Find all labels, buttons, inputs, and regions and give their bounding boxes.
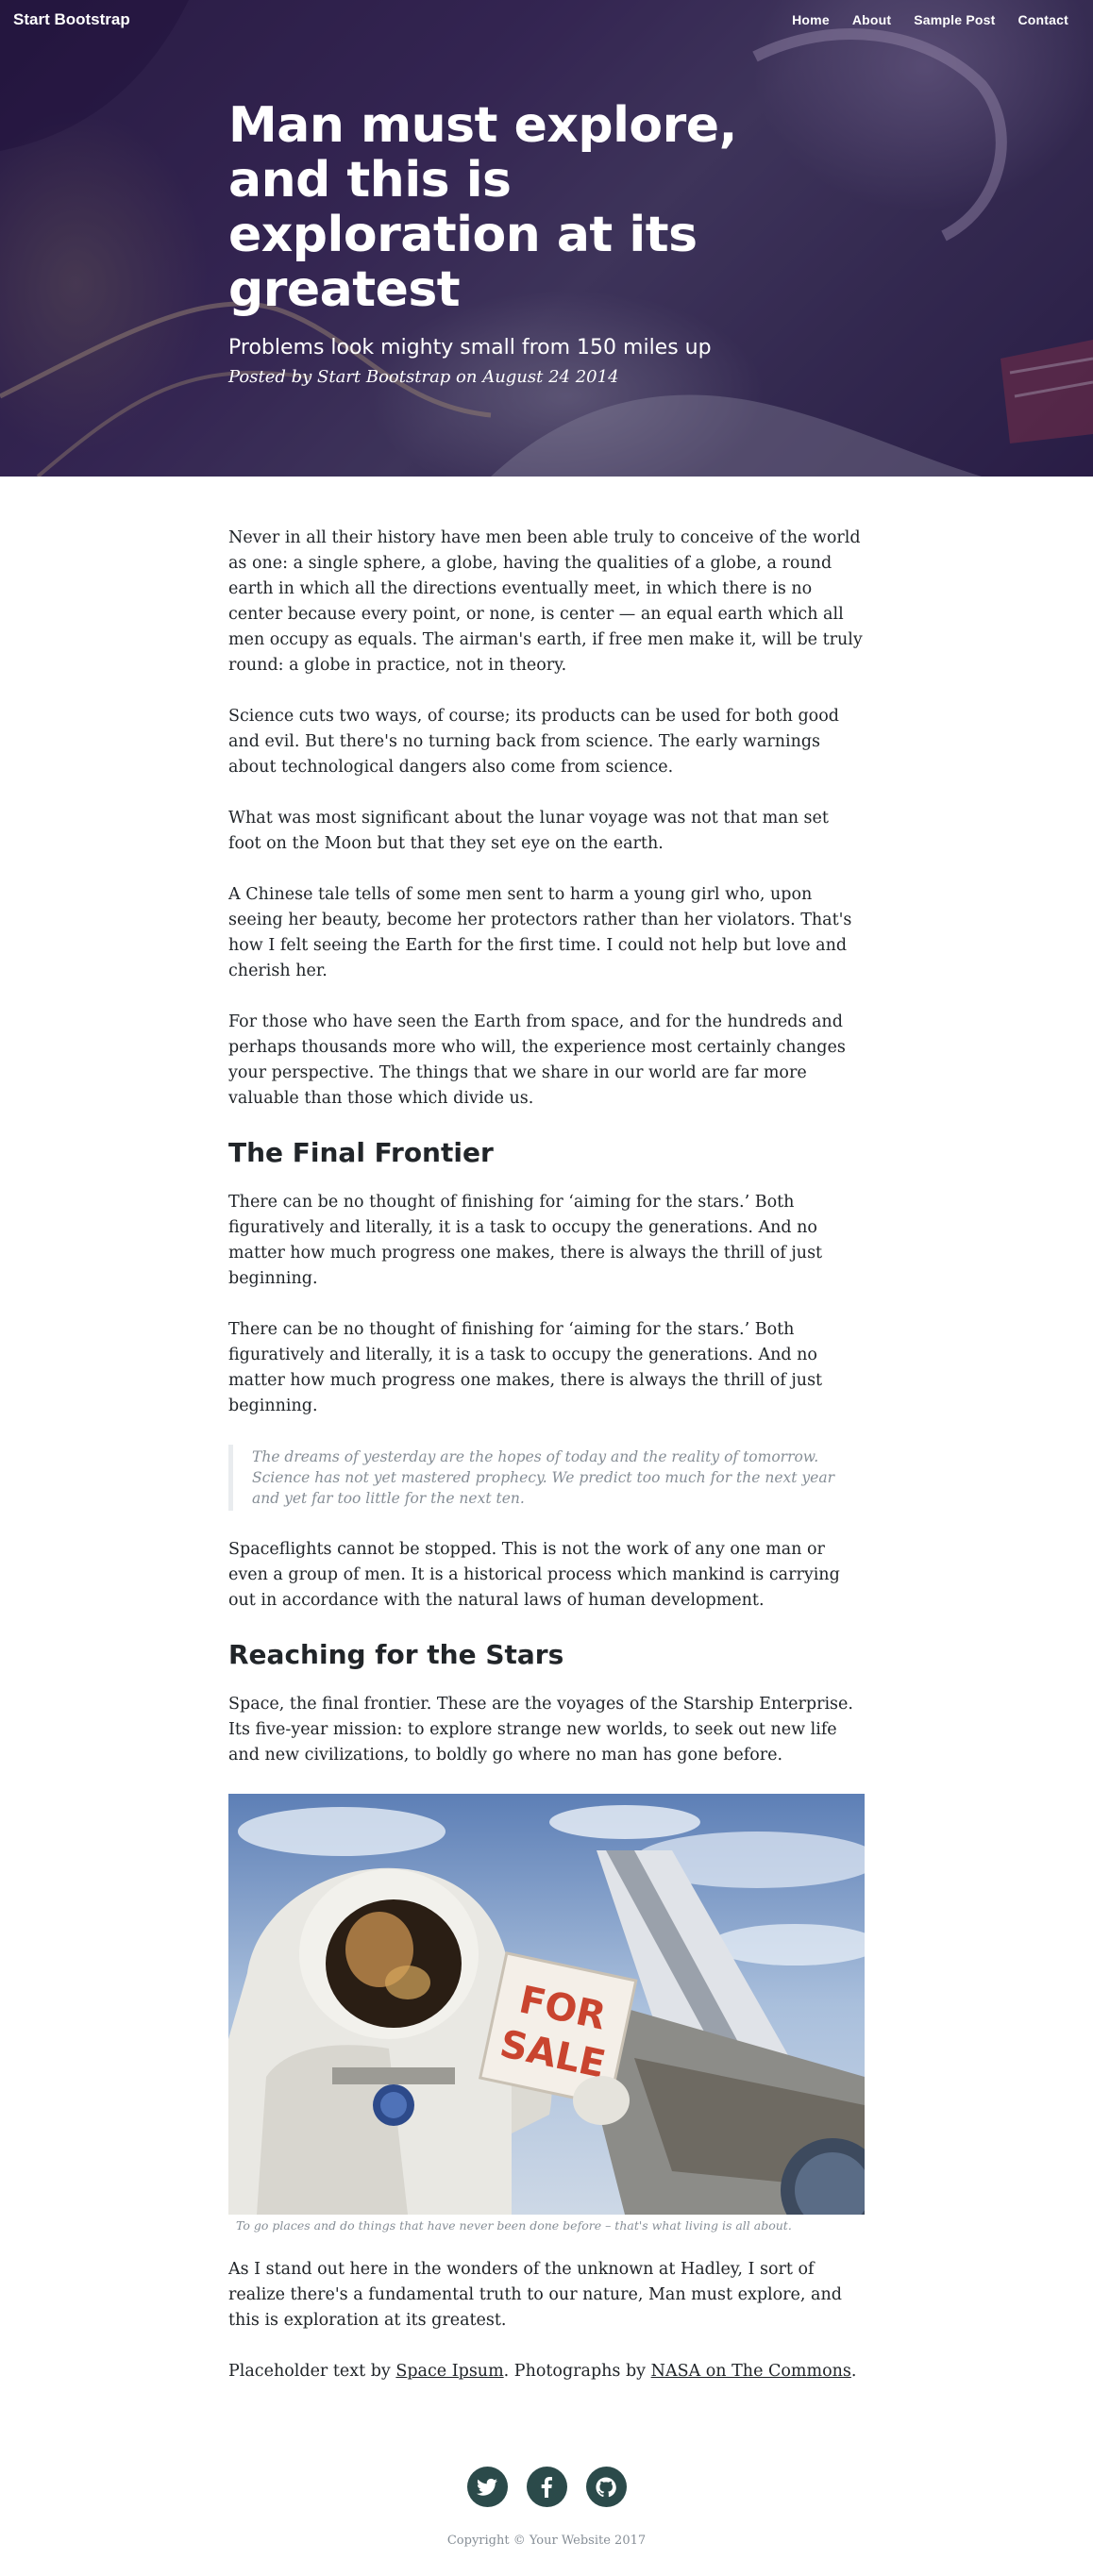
paragraph: Science cuts two ways, of course; its pr… — [228, 707, 839, 777]
image-caption: To go places and do things that have nev… — [236, 2218, 792, 2233]
nasa-commons-link[interactable]: NASA on The Commons — [651, 2362, 851, 2381]
nav-links: Home About Sample Post Contact — [781, 12, 1080, 27]
space-ipsum-link[interactable]: Space Ipsum — [395, 2362, 503, 2381]
post-heading: Man must explore, and this is exploratio… — [228, 98, 832, 387]
post-title: Man must explore, and this is exploratio… — [228, 97, 737, 318]
paragraph: Never in all their history have men been… — [228, 528, 863, 675]
nav-link-home[interactable]: Home — [781, 12, 841, 27]
section-heading: The Final Frontier — [228, 1137, 494, 1168]
paragraph: As I stand out here in the wonders of th… — [228, 2260, 842, 2330]
social-links — [0, 2467, 1093, 2507]
blockquote: The dreams of yesterday are the hopes of… — [228, 1445, 865, 1511]
post-subtitle: Problems look mighty small from 150 mile… — [228, 336, 712, 360]
facebook-icon[interactable] — [526, 2467, 567, 2507]
navbar: Start Bootstrap Home About Sample Post C… — [0, 0, 1093, 40]
paragraph: For those who have seen the Earth from s… — [228, 1012, 846, 1108]
section-heading: Reaching for the Stars — [228, 1639, 564, 1670]
article-body: Never in all their history have men been… — [228, 477, 865, 2384]
credits-paragraph: Placeholder text by Space Ipsum. Photogr… — [228, 2362, 857, 2381]
post-meta: Posted by Start Bootstrap on August 24 2… — [228, 367, 619, 387]
twitter-icon[interactable] — [466, 2467, 508, 2507]
paragraph: A Chinese tale tells of some men sent to… — [228, 885, 852, 980]
paragraph: What was most significant about the luna… — [228, 809, 829, 853]
nav-link-contact[interactable]: Contact — [1006, 12, 1080, 27]
nav-link-sample-post[interactable]: Sample Post — [902, 12, 1006, 27]
paragraph: There can be no thought of finishing for… — [228, 1193, 823, 1288]
paragraph: There can be no thought of finishing for… — [228, 1320, 823, 1415]
paragraph: Spaceflights cannot be stopped. This is … — [228, 1540, 840, 1610]
github-icon[interactable] — [585, 2467, 627, 2507]
copyright-text: Copyright © Your Website 2017 — [446, 2534, 647, 2548]
brand-link[interactable]: Start Bootstrap — [13, 10, 130, 29]
masthead: Man must explore, and this is exploratio… — [0, 0, 1093, 477]
footer: Copyright © Your Website 2017 — [0, 2410, 1093, 2576]
astronaut-image: FOR SALE — [228, 1794, 865, 2215]
paragraph: Space, the final frontier. These are the… — [228, 1695, 853, 1765]
nav-link-about[interactable]: About — [841, 12, 902, 27]
